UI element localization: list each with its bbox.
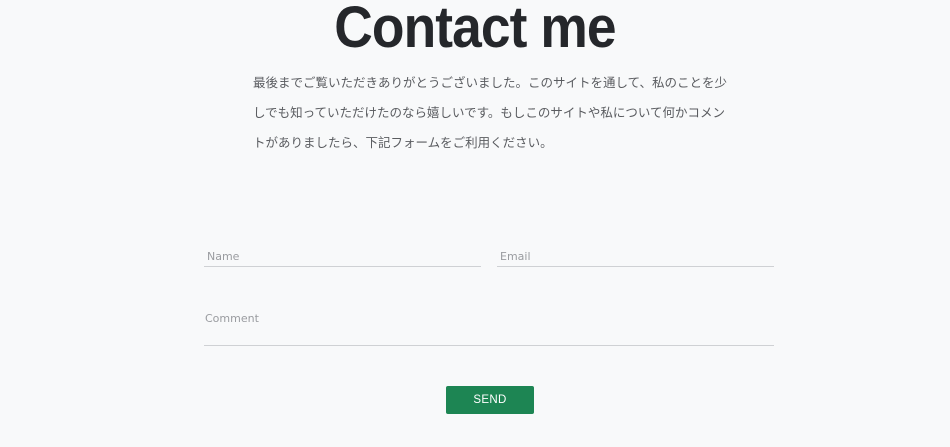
- page-title: Contact me: [334, 0, 616, 60]
- send-button[interactable]: SEND: [446, 386, 534, 414]
- intro-text: 最後までご覧いただきありがとうございました。このサイトを通して、私のことを少しで…: [253, 75, 728, 150]
- name-input[interactable]: [204, 246, 481, 267]
- comment-input[interactable]: [204, 312, 774, 346]
- email-input[interactable]: [497, 246, 774, 267]
